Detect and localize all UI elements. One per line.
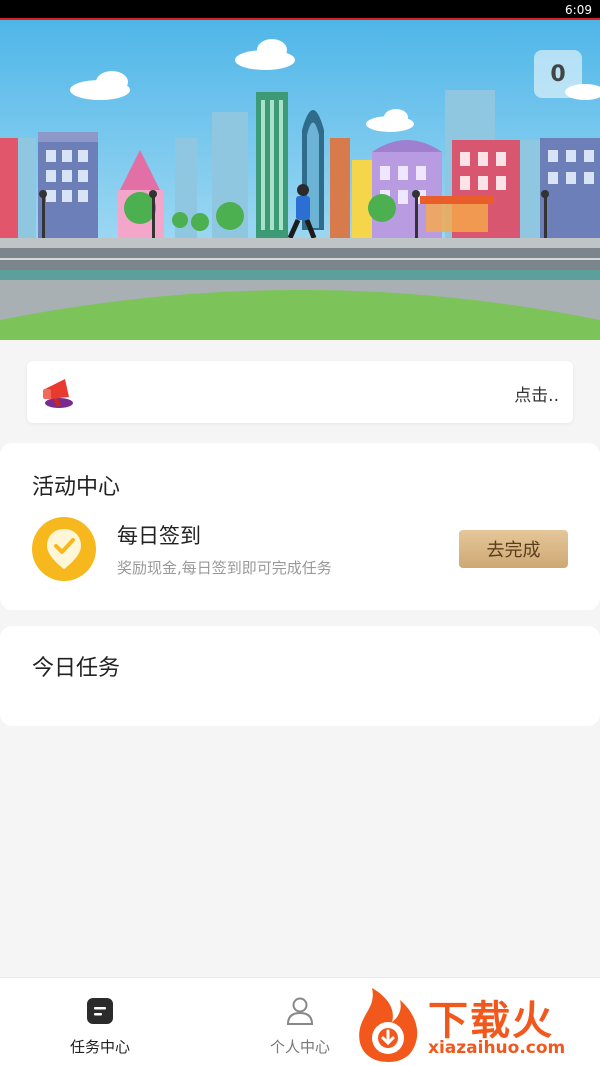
watermark: 下载火 xiazaihuo.com [352,982,600,1066]
activity-center-card: 活动中心 每日签到 奖励现金,每日签到即可完成任务 去完成 [0,443,600,610]
notice-text: 点击.. [514,386,559,406]
status-bar: 6:09 [0,0,600,20]
daily-checkin-title: 每日签到 [117,524,201,548]
tab-task-center-label: 任务中心 [69,1038,130,1056]
task-list-icon [87,998,113,1024]
city-illustration [0,20,600,340]
coin-count: 0 [550,61,566,87]
tab-task-center[interactable]: 任务中心 [0,978,200,1066]
today-tasks-title: 今日任务 [32,656,121,681]
go-complete-button[interactable]: 去完成 [459,530,568,568]
watermark-url: xiazaihuo.com [428,1038,566,1058]
location-check-icon [47,529,81,569]
today-tasks-card: 今日任务 [0,626,600,726]
daily-checkin-description: 奖励现金,每日签到即可完成任务 [117,559,332,577]
flame-logo-icon [359,988,418,1062]
coin-count-badge[interactable]: 0 [534,50,582,98]
city-banner [0,20,600,340]
status-time: 6:09 [565,3,592,17]
activity-center-title: 活动中心 [32,475,121,500]
notice-bar[interactable]: 点击.. [27,361,573,423]
megaphone-icon [43,379,73,408]
person-icon [286,997,314,1025]
daily-checkin-icon [32,517,96,581]
screen: 6:09 0 点击.. 活动中心 每日签到 奖励现金,每日签到即可完成任务 去完… [0,0,600,1066]
